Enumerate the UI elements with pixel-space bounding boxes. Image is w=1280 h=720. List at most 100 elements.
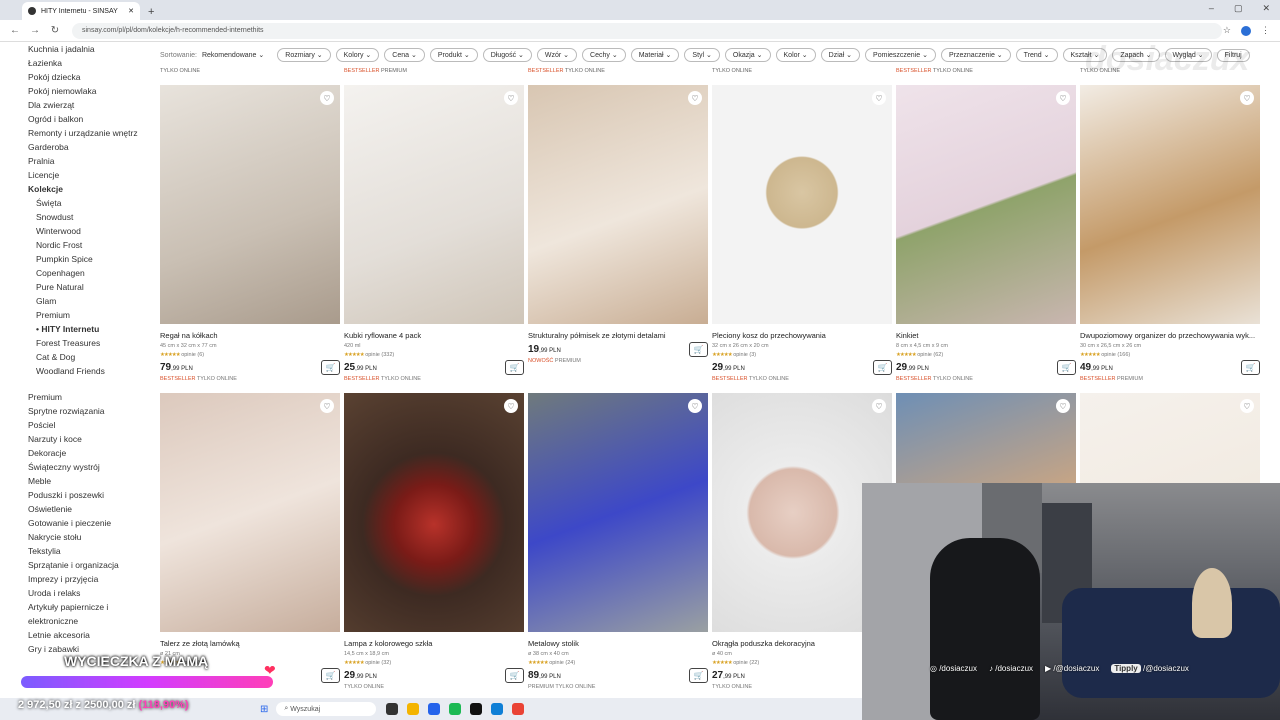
heart-wishlist-icon[interactable]: ♡	[1240, 399, 1254, 413]
taskbar-app-icon[interactable]	[491, 703, 504, 715]
filter-chip[interactable]: Cena ⌄	[384, 48, 425, 62]
windows-start-icon[interactable]: ⊞	[260, 704, 268, 715]
product-name[interactable]: Kubki ryflowane 4 pack	[344, 331, 524, 340]
filter-chip[interactable]: Cechy ⌄	[582, 48, 626, 62]
sidebar-item[interactable]: Nakrycie stołu	[28, 530, 150, 544]
add-to-cart-icon[interactable]: 🛒	[689, 668, 708, 683]
taskbar-app-icon[interactable]	[407, 703, 420, 715]
product-name[interactable]: Kinkiet	[896, 331, 1076, 340]
product-image[interactable]: ♡	[344, 393, 524, 632]
close-window-icon[interactable]: ✕	[1262, 3, 1270, 14]
filter-chip[interactable]: Dział ⌄	[820, 48, 861, 62]
sidebar-item[interactable]: Cat & Dog	[28, 350, 150, 364]
sidebar-item[interactable]: Winterwood	[28, 224, 150, 238]
sidebar-item[interactable]: Dekoracje	[28, 446, 150, 460]
product-image[interactable]: ♡	[1080, 85, 1260, 324]
heart-wishlist-icon[interactable]: ♡	[504, 91, 518, 105]
sidebar-item[interactable]: Święta	[28, 196, 150, 210]
taskbar-app-icon[interactable]	[470, 703, 483, 715]
product-image[interactable]: ♡	[896, 85, 1076, 324]
product-card[interactable]: ♡ Talerz ze złotą lamówką ø 21 cm ★★★★★ opi…	[160, 393, 340, 684]
sidebar-item[interactable]: Pralnia	[28, 154, 150, 168]
product-name[interactable]: Metalowy stolik	[528, 639, 708, 648]
heart-wishlist-icon[interactable]: ♡	[1056, 399, 1070, 413]
add-to-cart-icon[interactable]: 🛒	[873, 360, 892, 375]
sidebar-item[interactable]: • HITY Internetu	[28, 322, 150, 336]
taskbar-search[interactable]: ⌕ Wyszukaj	[276, 702, 377, 716]
filter-chip[interactable]: Kolory ⌄	[335, 48, 380, 62]
sidebar-item[interactable]: Tekstylia	[28, 544, 150, 558]
product-card[interactable]: ♡ Kubki ryflowane 4 pack 420 ml ★★★★★ opini…	[344, 85, 524, 382]
sidebar-item[interactable]: Dla zwierząt	[28, 98, 150, 112]
product-card[interactable]: ♡ Metalowy stolik ø 38 cm x 40 cm ★★★★★ opi…	[528, 393, 708, 690]
menu-dots-icon[interactable]: ⋮	[1261, 25, 1270, 36]
filter-chip[interactable]: Pomieszczenie ⌄	[865, 48, 936, 62]
product-name[interactable]: Talerz ze złotą lamówką	[160, 639, 340, 648]
sidebar-item[interactable]: Ogród i balkon	[28, 112, 150, 126]
filter-chip[interactable]: Kolor ⌄	[775, 48, 816, 62]
product-card[interactable]: ♡ Pleciony kosz do przechowywania 32 cm x …	[712, 85, 892, 382]
sidebar-item[interactable]: Imprezy i przyjęcia	[28, 572, 150, 586]
heart-wishlist-icon[interactable]: ♡	[872, 399, 886, 413]
filter-chip[interactable]: Produkt ⌄	[429, 48, 478, 62]
taskbar-app-icon[interactable]	[449, 703, 462, 715]
sidebar-item[interactable]: Świąteczny wystrój	[28, 460, 150, 474]
heart-wishlist-icon[interactable]: ♡	[1240, 91, 1254, 105]
heart-wishlist-icon[interactable]: ♡	[320, 91, 334, 105]
product-name[interactable]: Lampa z kolorowego szkła	[344, 639, 524, 648]
close-tab-icon[interactable]: ✕	[128, 7, 134, 15]
sidebar-item[interactable]: elektroniczne	[28, 614, 150, 628]
filter-chip[interactable]: Okazja ⌄	[724, 48, 771, 62]
filter-chip[interactable]: Długość ⌄	[482, 48, 532, 62]
heart-wishlist-icon[interactable]: ♡	[688, 399, 702, 413]
sidebar-item[interactable]: Pure Natural	[28, 280, 150, 294]
sidebar-item[interactable]: Pumpkin Spice	[28, 252, 150, 266]
sidebar-item[interactable]: Pościel	[28, 418, 150, 432]
browser-tab[interactable]: HITY Internetu - SINSAY ✕	[22, 2, 140, 20]
add-to-cart-icon[interactable]: 🛒	[321, 360, 340, 375]
heart-wishlist-icon[interactable]: ♡	[320, 399, 334, 413]
maximize-icon[interactable]: ▢	[1234, 3, 1243, 14]
sidebar-item[interactable]: Glam	[28, 294, 150, 308]
sidebar-item[interactable]: Uroda i relaks	[28, 586, 150, 600]
product-name[interactable]: Strukturalny półmisek ze złotymi detalam…	[528, 331, 708, 340]
profile-avatar[interactable]	[1241, 25, 1251, 36]
product-image[interactable]: ♡	[528, 85, 708, 324]
add-to-cart-icon[interactable]: 🛒	[505, 360, 524, 375]
product-image[interactable]: ♡	[712, 85, 892, 324]
heart-wishlist-icon[interactable]: ♡	[504, 399, 518, 413]
sidebar-item[interactable]: Pokój dziecka	[28, 70, 150, 84]
product-card[interactable]: ♡ Kinkiet 8 cm x 4,5 cm x 9 cm ★★★★★ opinie…	[896, 85, 1076, 382]
product-image[interactable]: ♡	[160, 393, 340, 632]
add-to-cart-icon[interactable]: 🛒	[321, 668, 340, 683]
sidebar-item[interactable]: Copenhagen	[28, 266, 150, 280]
add-to-cart-icon[interactable]: 🛒	[1241, 360, 1260, 375]
add-to-cart-icon[interactable]: 🛒	[689, 342, 708, 357]
sidebar-item[interactable]: Licencje	[28, 168, 150, 182]
sidebar-item[interactable]: Artykuły papiernicze i	[28, 600, 150, 614]
sidebar-item[interactable]: Garderoba	[28, 140, 150, 154]
add-to-cart-icon[interactable]: 🛒	[1057, 360, 1076, 375]
new-tab-button[interactable]: +	[148, 6, 154, 18]
sidebar-item[interactable]: Remonty i urządzanie wnętrz	[28, 126, 150, 140]
sidebar-item[interactable]: Woodland Friends	[28, 364, 150, 378]
sidebar-item[interactable]: Forest Treasures	[28, 336, 150, 350]
sidebar-item[interactable]: Snowdust	[28, 210, 150, 224]
back-icon[interactable]: ←	[10, 25, 20, 36]
heart-wishlist-icon[interactable]: ♡	[688, 91, 702, 105]
add-to-cart-icon[interactable]: 🛒	[505, 668, 524, 683]
taskbar-app-icon[interactable]	[512, 703, 525, 715]
sidebar-item[interactable]: Premium	[28, 308, 150, 322]
taskbar-app-icon[interactable]	[428, 703, 441, 715]
filter-chip[interactable]: Rozmiary ⌄	[277, 48, 331, 62]
product-image[interactable]: ♡	[160, 85, 340, 324]
sort-dropdown[interactable]: Rekomendowane ⌄	[202, 51, 264, 59]
sidebar-item[interactable]: Premium	[28, 390, 150, 404]
bookmark-star-icon[interactable]: ☆	[1223, 25, 1231, 36]
sidebar-item[interactable]: Meble	[28, 474, 150, 488]
product-card[interactable]: ♡ Lampa z kolorowego szkła 14,5 cm x 18,9 …	[344, 393, 524, 690]
sidebar-item[interactable]: Pokój niemowlaka	[28, 84, 150, 98]
sidebar-item[interactable]: Oświetlenie	[28, 502, 150, 516]
taskbar-app-icon[interactable]	[386, 703, 399, 715]
product-image[interactable]: ♡	[344, 85, 524, 324]
